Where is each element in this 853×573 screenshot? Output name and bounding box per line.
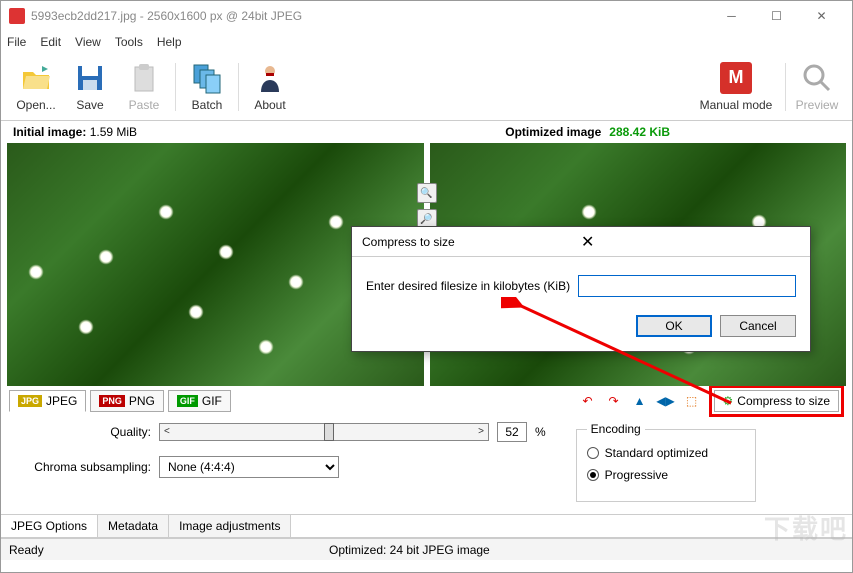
crop-icon[interactable]: ⬚: [683, 392, 701, 410]
compress-highlight: ⚙ Compress to size: [709, 385, 844, 417]
dialog-title: Compress to size: [362, 235, 581, 249]
paste-label: Paste: [129, 98, 160, 112]
app-icon: [9, 8, 25, 24]
dialog-prompt: Enter desired filesize in kilobytes (KiB…: [366, 279, 570, 293]
btab-jpeg-options[interactable]: JPEG Options: [1, 515, 98, 537]
btab-adjustments[interactable]: Image adjustments: [169, 515, 291, 537]
tab-gif[interactable]: GIFGIF: [168, 390, 231, 412]
quality-input[interactable]: [497, 422, 527, 442]
compress-dialog: Compress to size ✕ Enter desired filesiz…: [351, 226, 811, 352]
paste-button: Paste: [117, 57, 171, 117]
batch-button[interactable]: Batch: [180, 57, 234, 117]
rotate-left-icon[interactable]: ↶: [579, 392, 597, 410]
rotate-right-icon[interactable]: ↷: [605, 392, 623, 410]
compress-to-size-button[interactable]: ⚙ Compress to size: [714, 390, 839, 412]
batch-icon: [191, 62, 223, 94]
cancel-button[interactable]: Cancel: [720, 315, 796, 337]
optimized-value: 288.42 KiB: [609, 125, 670, 139]
status-optimized: Optimized: 24 bit JPEG image: [329, 543, 490, 557]
radio-progressive[interactable]: Progressive: [587, 464, 745, 486]
menu-bar: File Edit View Tools Help: [1, 31, 852, 53]
preview-label: Preview: [796, 98, 839, 112]
optimized-label: Optimized image: [505, 125, 601, 139]
status-bar: Ready Optimized: 24 bit JPEG image: [1, 538, 852, 560]
chroma-label: Chroma subsampling:: [11, 460, 151, 474]
flip-h-icon[interactable]: ◀▶: [657, 392, 675, 410]
open-label: Open...: [16, 98, 55, 112]
btab-metadata[interactable]: Metadata: [98, 515, 169, 537]
menu-help[interactable]: Help: [157, 35, 182, 49]
manual-mode-icon: M: [720, 62, 752, 94]
encoding-group: Encoding Standard optimized Progressive: [576, 422, 756, 502]
initial-label: Initial image:: [13, 125, 86, 139]
watermark: 下载吧: [764, 509, 848, 546]
flip-v-icon[interactable]: ▲: [631, 392, 649, 410]
size-row: Initial image: 1.59 MiB Optimized image 2…: [1, 121, 852, 143]
magnifier-icon: [801, 62, 833, 94]
gear-icon: ⚙: [723, 394, 734, 408]
manual-mode-label: Manual mode: [700, 98, 773, 112]
menu-view[interactable]: View: [75, 35, 101, 49]
quality-slider[interactable]: <>: [159, 423, 489, 441]
folder-open-icon: [20, 62, 52, 94]
bottom-tabs: JPEG Options Metadata Image adjustments: [1, 514, 852, 538]
options-area: Quality: <> % Chroma subsampling: None (…: [1, 416, 852, 508]
tab-jpeg[interactable]: JPGJPEG: [9, 390, 86, 412]
tab-png[interactable]: PNGPNG: [90, 390, 164, 412]
menu-tools[interactable]: Tools: [115, 35, 143, 49]
about-label: About: [254, 98, 285, 112]
maximize-button[interactable]: ☐: [754, 1, 799, 31]
preview-button[interactable]: Preview: [790, 57, 844, 117]
window-title: 5993ecb2dd217.jpg - 2560x1600 px @ 24bit…: [31, 9, 709, 23]
format-tabs-row: JPGJPEG PNGPNG GIFGIF ↶ ↷ ▲ ◀▶ ⬚ ⚙ Compr…: [1, 386, 852, 416]
zoom-in-icon[interactable]: 🔍: [417, 183, 437, 203]
toolbar: Open... Save Paste Batch About M Manual …: [1, 53, 852, 121]
menu-file[interactable]: File: [7, 35, 26, 49]
quality-label: Quality:: [11, 425, 151, 439]
save-button[interactable]: Save: [63, 57, 117, 117]
close-button[interactable]: ✕: [799, 1, 844, 31]
filesize-input[interactable]: [578, 275, 796, 297]
clipboard-icon: [128, 62, 160, 94]
initial-value: 1.59 MiB: [90, 125, 137, 139]
radio-standard[interactable]: Standard optimized: [587, 442, 745, 464]
encoding-legend: Encoding: [587, 422, 645, 436]
chroma-select[interactable]: None (4:4:4): [159, 456, 339, 478]
save-label: Save: [76, 98, 103, 112]
batch-label: Batch: [192, 98, 223, 112]
person-icon: [254, 62, 286, 94]
dialog-close-icon[interactable]: ✕: [581, 232, 800, 252]
menu-edit[interactable]: Edit: [40, 35, 61, 49]
title-bar: 5993ecb2dd217.jpg - 2560x1600 px @ 24bit…: [1, 1, 852, 31]
status-ready: Ready: [9, 543, 329, 557]
open-button[interactable]: Open...: [9, 57, 63, 117]
manual-mode-button[interactable]: M Manual mode: [691, 57, 781, 117]
about-button[interactable]: About: [243, 57, 297, 117]
floppy-icon: [74, 62, 106, 94]
ok-button[interactable]: OK: [636, 315, 712, 337]
percent-label: %: [535, 425, 546, 439]
minimize-button[interactable]: ─: [709, 1, 754, 31]
